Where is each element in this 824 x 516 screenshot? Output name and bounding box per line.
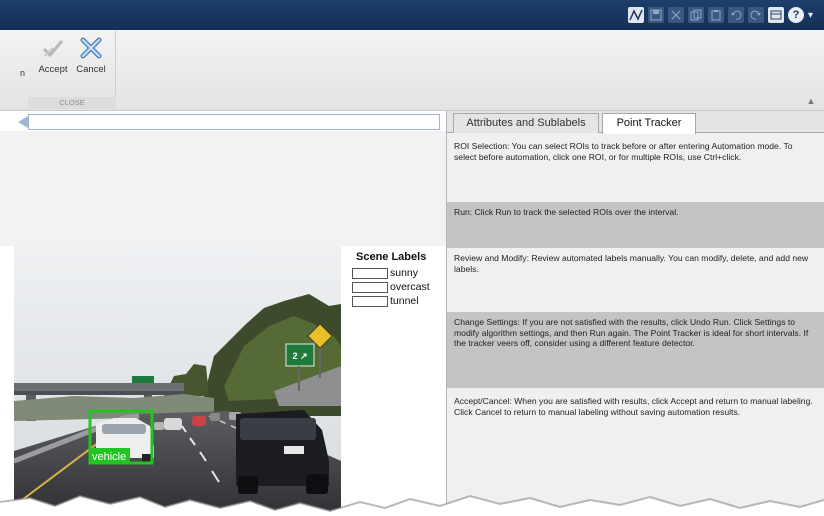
help-icon[interactable]: ? <box>788 7 804 23</box>
paste-icon[interactable] <box>708 7 724 23</box>
cancel-x-icon <box>80 37 102 59</box>
tab-bar: Attributes and Sublabels Point Tracker <box>447 111 824 134</box>
cancel-button[interactable]: Cancel <box>72 36 110 75</box>
toolstrip: n Accept Cancel CLOSE ▲ <box>0 30 824 111</box>
cut-icon[interactable] <box>668 7 684 23</box>
switch-windows-icon[interactable] <box>768 7 784 23</box>
torn-edge-decoration <box>0 494 824 516</box>
scene-label-text: sunny <box>390 267 419 279</box>
checkmark-icon <box>42 40 64 58</box>
display-background <box>0 131 446 246</box>
scene-label-text: overcast <box>390 281 430 293</box>
instructions-pane: Attributes and Sublabels Point Tracker R… <box>447 111 824 516</box>
scene-label-sunny[interactable]: sunny <box>352 267 418 279</box>
quick-access-toolbar: ? ▾ <box>628 7 818 23</box>
scene-label-checkbox[interactable] <box>352 295 388 307</box>
accept-button[interactable]: Accept <box>34 36 72 75</box>
matlab-logo-icon[interactable] <box>628 7 644 23</box>
slider-left-arrow-icon[interactable] <box>18 116 28 128</box>
undo-icon[interactable] <box>728 7 744 23</box>
scene-labels-title: Scene Labels <box>356 251 427 263</box>
close-group-caption: CLOSE <box>28 97 116 109</box>
instruction-roi-selection: ROI Selection: You can select ROIs to tr… <box>447 136 824 202</box>
truncated-ribbon-label: n <box>20 68 26 78</box>
close-section: Accept Cancel CLOSE <box>28 30 116 111</box>
instruction-run: Run: Click Run to track the selected ROI… <box>447 202 824 248</box>
instruction-change-settings: Change Settings: If you are not satisfie… <box>447 312 824 388</box>
redo-icon[interactable] <box>748 7 764 23</box>
instruction-accept-cancel: Accept/Cancel: When you are satisfied wi… <box>447 391 824 451</box>
accept-label: Accept <box>38 64 68 75</box>
scene-label-text: tunnel <box>390 295 419 307</box>
scene-label-overcast[interactable]: overcast <box>352 281 430 293</box>
save-icon[interactable] <box>648 7 664 23</box>
image-display-pane: 2 ↗ vehicle Scene Labels sunny overcast … <box>0 111 447 516</box>
scene-label-checkbox[interactable] <box>352 281 388 293</box>
vehicle-roi-label: vehicle <box>92 451 126 463</box>
scene-label-tunnel[interactable]: tunnel <box>352 295 419 307</box>
title-bar: ? ▾ <box>0 0 824 30</box>
collapse-toolstrip-icon[interactable]: ▲ <box>806 96 816 106</box>
tab-attributes-and-sublabels[interactable]: Attributes and Sublabels <box>453 113 599 133</box>
tab-point-tracker[interactable]: Point Tracker <box>602 113 696 134</box>
instruction-review-modify: Review and Modify: Review automated labe… <box>447 248 824 312</box>
svg-text:2 ↗: 2 ↗ <box>292 351 307 361</box>
cancel-label: Cancel <box>76 64 106 75</box>
dropdown-icon[interactable]: ▾ <box>808 10 818 21</box>
copy-icon[interactable] <box>688 7 704 23</box>
interval-slider[interactable] <box>28 114 440 130</box>
scene-label-checkbox[interactable] <box>352 267 388 279</box>
